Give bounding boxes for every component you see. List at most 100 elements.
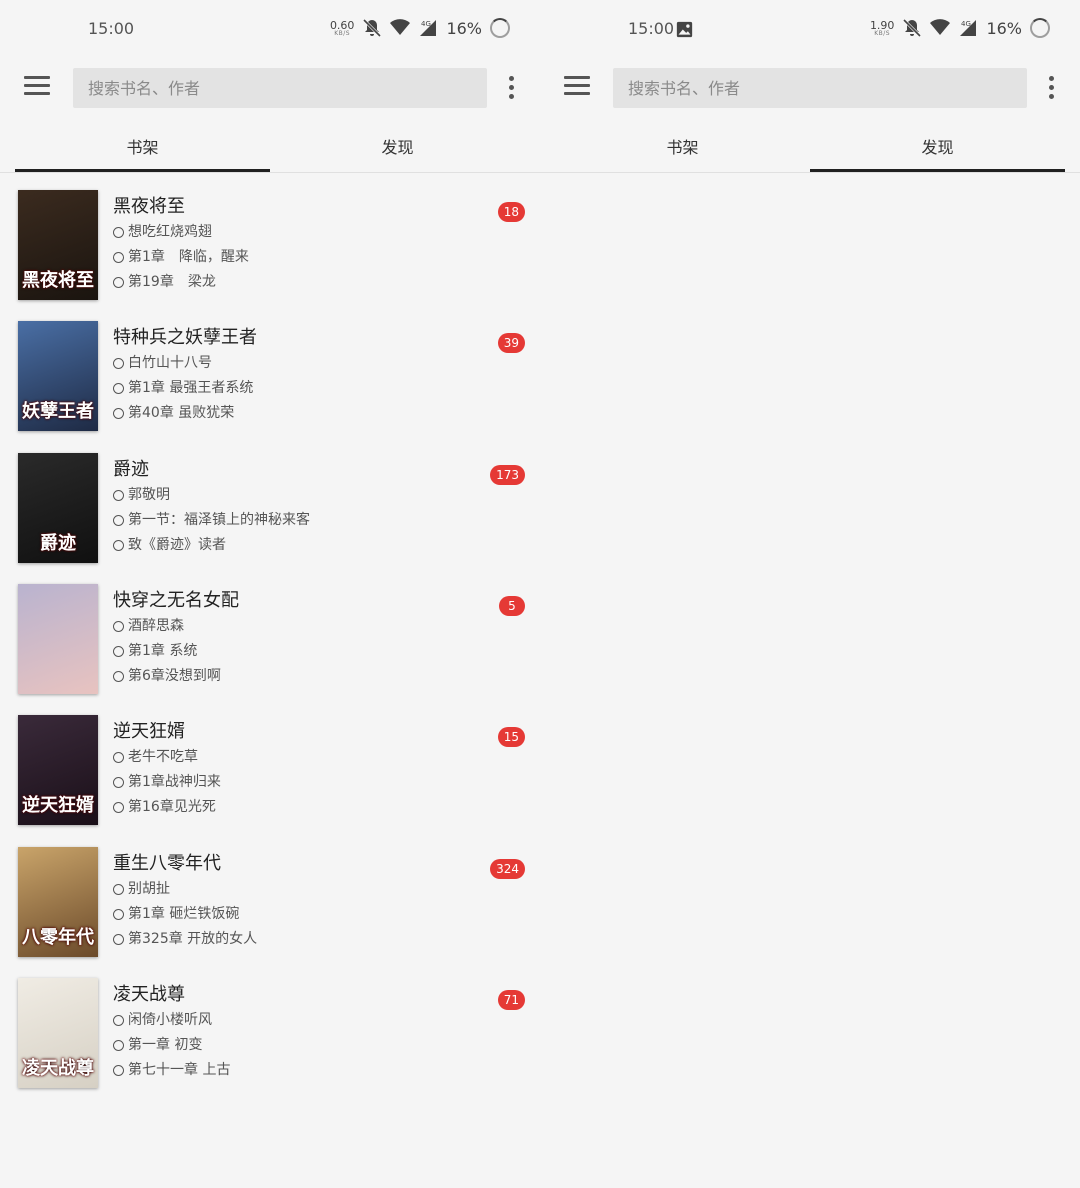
author-icon xyxy=(113,1014,124,1026)
book-author-line: 酒醉思森 xyxy=(113,614,239,639)
book-info: 逆天狂婿 老牛不吃草 第1章战神归来 第16章见光死 xyxy=(113,719,221,820)
compass-icon xyxy=(113,933,124,945)
book-latest-line: 第6章没想到啊 xyxy=(113,664,239,689)
book-last-read: 第1章战神归来 xyxy=(128,774,221,791)
tab-discover[interactable]: 发现 xyxy=(270,126,525,172)
book-latest-chapter: 第七十一章 上古 xyxy=(128,1061,231,1078)
status-bar: 15:00 0.60 KB/S 4G 16% xyxy=(0,0,540,60)
book-cover[interactable]: 爵迹 xyxy=(18,452,98,563)
tab-bookshelf[interactable]: 书架 xyxy=(555,126,810,172)
book-info: 爵迹 郭敬明 第一节：福泽镇上的神秘来客 致《爵迹》读者 xyxy=(113,457,310,558)
book-cover[interactable]: 八零年代 xyxy=(18,846,98,957)
tab-bookshelf[interactable]: 书架 xyxy=(15,126,270,172)
book-read-line: 第1章 砸烂铁饭碗 xyxy=(113,902,257,927)
tab-divider xyxy=(0,172,540,173)
book-last-read: 第1章 最强王者系统 xyxy=(128,380,254,397)
book-latest-line: 第325章 开放的女人 xyxy=(113,927,257,952)
search-box[interactable] xyxy=(73,68,487,108)
search-input[interactable] xyxy=(613,68,1027,108)
cover-title: 凌天战尊 xyxy=(22,1057,94,1079)
wifi-icon xyxy=(390,19,411,35)
unread-badge: 18 xyxy=(497,202,525,222)
book-read-line: 第一章 初变 xyxy=(113,1033,230,1058)
svg-text:4G: 4G xyxy=(421,20,431,28)
book-latest-line: 第40章 虽败犹荣 xyxy=(113,401,257,426)
compass-icon xyxy=(113,277,124,288)
compass-icon xyxy=(113,670,124,682)
book-author: 郭敬明 xyxy=(128,486,170,503)
unread-badge: 5 xyxy=(499,595,525,616)
book-author: 白竹山十八号 xyxy=(128,355,212,372)
book-info: 快穿之无名女配 酒醉思森 第1章 系统 第6章没想到啊 xyxy=(113,588,239,689)
unread-badge: 15 xyxy=(497,727,525,748)
bookshelf-screen: 15:00 0.60 KB/S 4G 16% 书架 发现 xyxy=(0,0,540,1188)
book-item[interactable]: 黑夜将至 黑夜将至 想吃红烧鸡翅 第1章 降临，醒来 第19章 梁龙 18 xyxy=(18,190,528,302)
author-icon xyxy=(113,620,124,632)
book-author: 想吃红烧鸡翅 xyxy=(128,224,212,240)
bell-off-icon xyxy=(363,18,382,38)
more-vert-icon[interactable] xyxy=(1044,76,1058,102)
book-info: 凌天战尊 闲倚小楼听风 第一章 初变 第七十一章 上古 xyxy=(113,982,230,1083)
more-vert-icon[interactable] xyxy=(504,76,518,102)
book-title: 凌天战尊 xyxy=(113,983,185,1005)
book-title: 逆天狂婿 xyxy=(113,721,185,743)
book-latest-chapter: 致《爵迹》读者 xyxy=(128,536,226,553)
book-last-read: 第一章 初变 xyxy=(128,1036,203,1053)
cover-title: 妖孽王者 xyxy=(22,401,94,423)
unread-badge: 71 xyxy=(497,989,525,1010)
battery-percent: 16% xyxy=(986,18,1022,38)
book-latest-chapter: 第16章见光死 xyxy=(128,799,216,816)
book-cover[interactable]: 逆天狂婿 xyxy=(18,715,98,826)
book-item[interactable]: 凌天战尊 凌天战尊 闲倚小楼听风 第一章 初变 第七十一章 上古 71 xyxy=(18,977,528,1090)
search-input[interactable] xyxy=(73,68,487,108)
cover-title: 黑夜将至 xyxy=(22,270,94,291)
cover-title: 八零年代 xyxy=(22,926,94,948)
book-title: 黑夜将至 xyxy=(113,196,185,217)
network-speed: 0.60 KB/S xyxy=(329,18,355,37)
book-author: 老牛不吃草 xyxy=(128,749,198,766)
author-icon xyxy=(113,752,124,764)
book-latest-line: 第七十一章 上古 xyxy=(113,1058,230,1083)
author-icon xyxy=(113,883,124,895)
book-info: 重生八零年代 别胡扯 第1章 砸烂铁饭碗 第325章 开放的女人 xyxy=(113,851,257,952)
book-item[interactable]: 快穿之无名女配 酒醉思森 第1章 系统 第6章没想到啊 5 xyxy=(18,583,528,696)
book-read-line: 第1章 降临，醒来 xyxy=(113,245,249,270)
tab-divider xyxy=(540,172,1080,173)
book-read-line: 第1章 系统 xyxy=(113,639,239,664)
book-item[interactable]: 妖孽王者 特种兵之妖孽王者 白竹山十八号 第1章 最强王者系统 第40章 虽败犹… xyxy=(18,321,528,433)
book-cover[interactable] xyxy=(18,583,98,694)
book-read-line: 第1章 最强王者系统 xyxy=(113,376,257,401)
status-time: 15:00 xyxy=(628,19,675,38)
tab-discover[interactable]: 发现 xyxy=(810,126,1065,172)
book-read-line: 第一节：福泽镇上的神秘来客 xyxy=(113,508,310,533)
book-latest-chapter: 第40章 虽败犹荣 xyxy=(128,405,235,422)
book-cover[interactable]: 凌天战尊 xyxy=(18,977,98,1088)
clock-icon xyxy=(113,514,124,526)
book-author-line: 闲倚小楼听风 xyxy=(113,1008,230,1033)
book-item[interactable]: 逆天狂婿 逆天狂婿 老牛不吃草 第1章战神归来 第16章见光死 15 xyxy=(18,715,528,827)
book-cover[interactable]: 黑夜将至 xyxy=(18,190,98,300)
book-info: 特种兵之妖孽王者 白竹山十八号 第1章 最强王者系统 第40章 虽败犹荣 xyxy=(113,325,257,426)
book-author: 别胡扯 xyxy=(128,880,170,897)
book-latest-line: 致《爵迹》读者 xyxy=(113,533,310,558)
battery-ring-icon xyxy=(1030,18,1050,38)
book-item[interactable]: 爵迹 爵迹 郭敬明 第一节：福泽镇上的神秘来客 致《爵迹》读者 173 xyxy=(18,452,528,565)
book-author-line: 别胡扯 xyxy=(113,877,257,902)
clock-icon xyxy=(113,1039,124,1051)
book-author: 闲倚小楼听风 xyxy=(128,1011,212,1028)
battery-percent: 16% xyxy=(446,18,482,38)
menu-icon[interactable] xyxy=(24,76,50,102)
search-box[interactable] xyxy=(613,68,1027,108)
book-author-line: 老牛不吃草 xyxy=(113,745,221,770)
book-author: 酒醉思森 xyxy=(128,617,184,634)
book-author-line: 想吃红烧鸡翅 xyxy=(113,220,249,245)
menu-icon[interactable] xyxy=(564,76,590,102)
book-latest-chapter: 第325章 开放的女人 xyxy=(128,930,258,947)
unread-badge: 324 xyxy=(490,858,525,879)
image-notification-icon xyxy=(676,21,693,38)
book-cover[interactable]: 妖孽王者 xyxy=(18,321,98,432)
status-bar: 15:00 1.90 KB/S 4G 16% xyxy=(540,0,1080,60)
book-item[interactable]: 八零年代 重生八零年代 别胡扯 第1章 砸烂铁饭碗 第325章 开放的女人 32… xyxy=(18,846,528,959)
unread-badge: 173 xyxy=(490,464,525,485)
discover-screen: 15:00 1.90 KB/S 4G 16% 书架 发 xyxy=(540,0,1080,1188)
